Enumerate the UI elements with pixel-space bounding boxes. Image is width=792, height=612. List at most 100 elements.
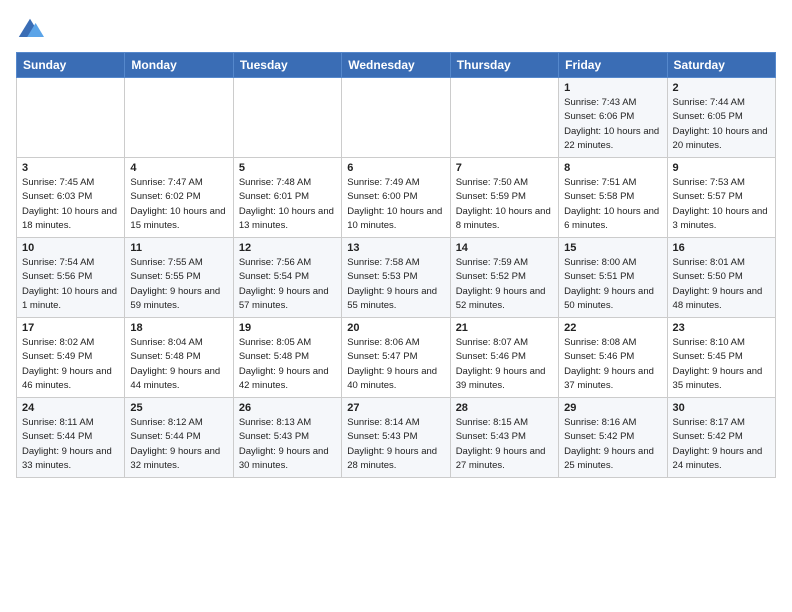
day-number: 22 (564, 322, 661, 334)
day-number: 24 (22, 402, 119, 414)
calendar-cell: 14 Sunrise: 7:59 AM Sunset: 5:52 PM Dayli… (450, 238, 558, 318)
calendar-cell: 24 Sunrise: 8:11 AM Sunset: 5:44 PM Dayli… (17, 398, 125, 478)
day-number: 3 (22, 162, 119, 174)
day-number: 7 (456, 162, 553, 174)
day-number: 27 (347, 402, 444, 414)
day-info: Sunrise: 7:48 AM Sunset: 6:01 PM Dayligh… (239, 176, 336, 233)
day-info: Sunrise: 8:07 AM Sunset: 5:46 PM Dayligh… (456, 336, 553, 393)
calendar-cell (342, 78, 450, 158)
day-info: Sunrise: 8:14 AM Sunset: 5:43 PM Dayligh… (347, 416, 444, 473)
day-info: Sunrise: 7:53 AM Sunset: 5:57 PM Dayligh… (673, 176, 770, 233)
calendar-cell: 29Sunrise: 8:16 AM Sunset: 5:42 PM Dayli… (559, 398, 667, 478)
day-info: Sunrise: 8:10 AM Sunset: 5:45 PM Dayligh… (673, 336, 770, 393)
day-number: 8 (564, 162, 661, 174)
day-info: Sunrise: 8:17 AM Sunset: 5:42 PM Dayligh… (673, 416, 770, 473)
calendar-cell: 4 Sunrise: 7:47 AM Sunset: 6:02 PM Daylig… (125, 158, 233, 238)
day-number: 5 (239, 162, 336, 174)
calendar-cell: 6Sunrise: 7:49 AM Sunset: 6:00 PM Daylig… (342, 158, 450, 238)
day-number: 18 (130, 322, 227, 334)
day-info: Sunrise: 8:11 AM Sunset: 5:44 PM Dayligh… (22, 416, 119, 473)
day-info: Sunrise: 7:56 AM Sunset: 5:54 PM Dayligh… (239, 256, 336, 313)
calendar-cell: 2 Sunrise: 7:44 AM Sunset: 6:05 PM Daylig… (667, 78, 775, 158)
calendar-cell: 3 Sunrise: 7:45 AM Sunset: 6:03 PM Daylig… (17, 158, 125, 238)
day-number: 19 (239, 322, 336, 334)
calendar-cell: 23Sunrise: 8:10 AM Sunset: 5:45 PM Dayli… (667, 318, 775, 398)
day-info: Sunrise: 7:47 AM Sunset: 6:02 PM Dayligh… (130, 176, 227, 233)
weekday-header-row: SundayMondayTuesdayWednesdayThursdayFrid… (17, 53, 776, 78)
weekday-header-tuesday: Tuesday (233, 53, 341, 78)
day-number: 10 (22, 242, 119, 254)
weekday-header-friday: Friday (559, 53, 667, 78)
calendar-cell: 13 Sunrise: 7:58 AM Sunset: 5:53 PM Dayli… (342, 238, 450, 318)
calendar-cell: 20 Sunrise: 8:06 AM Sunset: 5:47 PM Dayli… (342, 318, 450, 398)
calendar-cell: 7 Sunrise: 7:50 AM Sunset: 5:59 PM Daylig… (450, 158, 558, 238)
week-row-5: 24 Sunrise: 8:11 AM Sunset: 5:44 PM Dayli… (17, 398, 776, 478)
day-number: 30 (673, 402, 770, 414)
calendar-cell: 18 Sunrise: 8:04 AM Sunset: 5:48 PM Dayli… (125, 318, 233, 398)
weekday-header-monday: Monday (125, 53, 233, 78)
day-info: Sunrise: 8:08 AM Sunset: 5:46 PM Dayligh… (564, 336, 661, 393)
weekday-header-thursday: Thursday (450, 53, 558, 78)
calendar-cell: 17Sunrise: 8:02 AM Sunset: 5:49 PM Dayli… (17, 318, 125, 398)
calendar-cell: 8 Sunrise: 7:51 AM Sunset: 5:58 PM Daylig… (559, 158, 667, 238)
calendar-cell (233, 78, 341, 158)
calendar-cell: 19 Sunrise: 8:05 AM Sunset: 5:48 PM Dayli… (233, 318, 341, 398)
week-row-1: 1Sunrise: 7:43 AM Sunset: 6:06 PM Daylig… (17, 78, 776, 158)
day-info: Sunrise: 7:54 AM Sunset: 5:56 PM Dayligh… (22, 256, 119, 313)
calendar-cell: 12 Sunrise: 7:56 AM Sunset: 5:54 PM Dayli… (233, 238, 341, 318)
logo-icon (16, 16, 44, 44)
calendar-cell: 22 Sunrise: 8:08 AM Sunset: 5:46 PM Dayli… (559, 318, 667, 398)
day-number: 2 (673, 82, 770, 94)
calendar-cell (450, 78, 558, 158)
day-info: Sunrise: 7:59 AM Sunset: 5:52 PM Dayligh… (456, 256, 553, 313)
day-number: 29 (564, 402, 661, 414)
day-number: 9 (673, 162, 770, 174)
day-number: 16 (673, 242, 770, 254)
calendar-cell: 10 Sunrise: 7:54 AM Sunset: 5:56 PM Dayli… (17, 238, 125, 318)
day-number: 12 (239, 242, 336, 254)
day-info: Sunrise: 8:00 AM Sunset: 5:51 PM Dayligh… (564, 256, 661, 313)
day-number: 21 (456, 322, 553, 334)
calendar-cell: 1Sunrise: 7:43 AM Sunset: 6:06 PM Daylig… (559, 78, 667, 158)
day-info: Sunrise: 7:51 AM Sunset: 5:58 PM Dayligh… (564, 176, 661, 233)
day-number: 14 (456, 242, 553, 254)
day-number: 6 (347, 162, 444, 174)
week-row-2: 3 Sunrise: 7:45 AM Sunset: 6:03 PM Daylig… (17, 158, 776, 238)
day-number: 15 (564, 242, 661, 254)
calendar-cell: 11 Sunrise: 7:55 AM Sunset: 5:55 PM Dayli… (125, 238, 233, 318)
calendar-cell: 27 Sunrise: 8:14 AM Sunset: 5:43 PM Dayli… (342, 398, 450, 478)
day-info: Sunrise: 8:12 AM Sunset: 5:44 PM Dayligh… (130, 416, 227, 473)
day-info: Sunrise: 7:50 AM Sunset: 5:59 PM Dayligh… (456, 176, 553, 233)
day-number: 20 (347, 322, 444, 334)
calendar-cell: 26 Sunrise: 8:13 AM Sunset: 5:43 PM Dayli… (233, 398, 341, 478)
page-header (16, 16, 776, 44)
day-info: Sunrise: 7:45 AM Sunset: 6:03 PM Dayligh… (22, 176, 119, 233)
week-row-4: 17Sunrise: 8:02 AM Sunset: 5:49 PM Dayli… (17, 318, 776, 398)
weekday-header-wednesday: Wednesday (342, 53, 450, 78)
day-info: Sunrise: 8:01 AM Sunset: 5:50 PM Dayligh… (673, 256, 770, 313)
calendar-cell (17, 78, 125, 158)
day-info: Sunrise: 8:05 AM Sunset: 5:48 PM Dayligh… (239, 336, 336, 393)
day-number: 4 (130, 162, 227, 174)
logo (16, 16, 48, 44)
day-info: Sunrise: 8:02 AM Sunset: 5:49 PM Dayligh… (22, 336, 119, 393)
week-row-3: 10 Sunrise: 7:54 AM Sunset: 5:56 PM Dayli… (17, 238, 776, 318)
day-info: Sunrise: 8:04 AM Sunset: 5:48 PM Dayligh… (130, 336, 227, 393)
day-number: 11 (130, 242, 227, 254)
day-info: Sunrise: 8:13 AM Sunset: 5:43 PM Dayligh… (239, 416, 336, 473)
calendar-table: SundayMondayTuesdayWednesdayThursdayFrid… (16, 52, 776, 478)
day-number: 13 (347, 242, 444, 254)
day-info: Sunrise: 7:44 AM Sunset: 6:05 PM Dayligh… (673, 96, 770, 153)
day-info: Sunrise: 7:55 AM Sunset: 5:55 PM Dayligh… (130, 256, 227, 313)
day-info: Sunrise: 8:06 AM Sunset: 5:47 PM Dayligh… (347, 336, 444, 393)
calendar-cell: 5 Sunrise: 7:48 AM Sunset: 6:01 PM Daylig… (233, 158, 341, 238)
day-info: Sunrise: 7:58 AM Sunset: 5:53 PM Dayligh… (347, 256, 444, 313)
calendar-cell: 9 Sunrise: 7:53 AM Sunset: 5:57 PM Daylig… (667, 158, 775, 238)
calendar-cell: 25 Sunrise: 8:12 AM Sunset: 5:44 PM Dayli… (125, 398, 233, 478)
calendar-cell: 28Sunrise: 8:15 AM Sunset: 5:43 PM Dayli… (450, 398, 558, 478)
day-number: 28 (456, 402, 553, 414)
calendar-cell: 16 Sunrise: 8:01 AM Sunset: 5:50 PM Dayli… (667, 238, 775, 318)
day-number: 25 (130, 402, 227, 414)
weekday-header-sunday: Sunday (17, 53, 125, 78)
day-number: 26 (239, 402, 336, 414)
